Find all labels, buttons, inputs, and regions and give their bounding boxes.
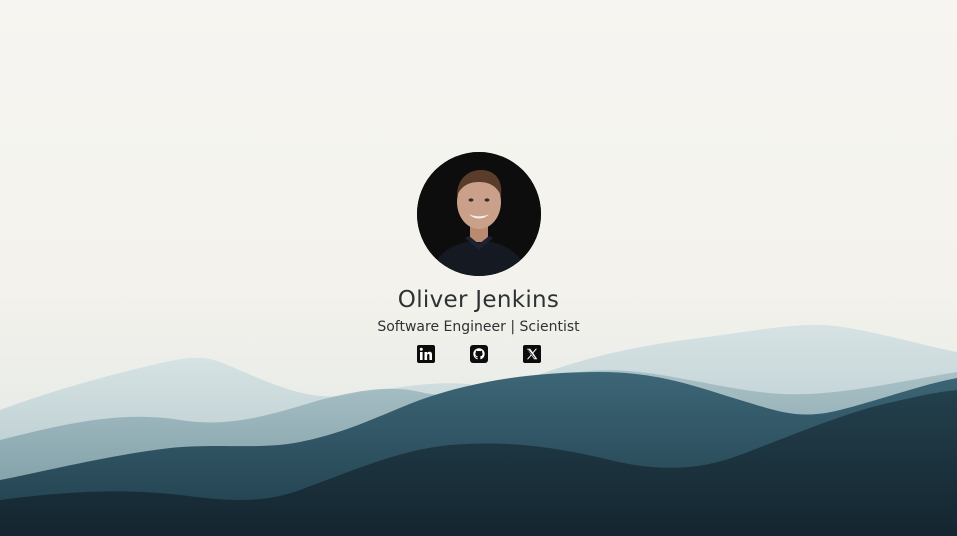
- profile-tagline: Software Engineer | Scientist: [377, 319, 580, 335]
- avatar: [416, 152, 541, 276]
- social-links: [0, 345, 957, 363]
- profile-name: Oliver Jenkins: [397, 287, 560, 313]
- linkedin-link[interactable]: [416, 345, 435, 363]
- github-link[interactable]: [469, 345, 488, 363]
- x-icon: [522, 345, 541, 363]
- github-icon: [469, 345, 488, 363]
- linkedin-icon: [416, 345, 435, 363]
- x-link[interactable]: [522, 345, 541, 363]
- avatar-portrait: [416, 152, 541, 276]
- profile-card: Oliver Jenkins Software Engineer | Scien…: [0, 152, 957, 363]
